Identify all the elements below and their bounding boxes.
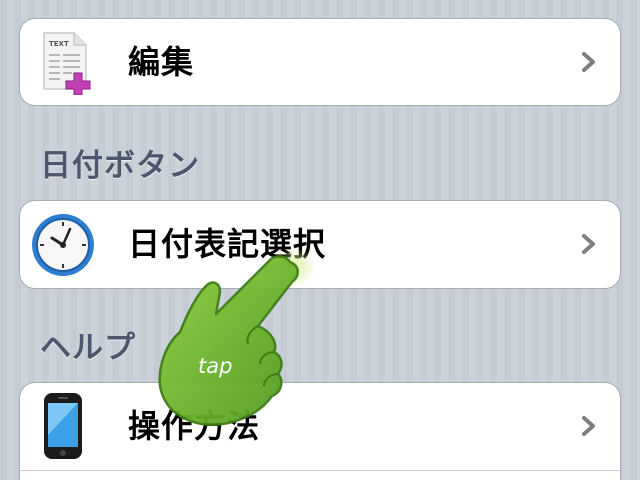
section-header-help: ヘルプ — [40, 330, 136, 366]
settings-group-date: 日付表記選択 — [19, 200, 621, 289]
settings-group-help: 操作方法 — [19, 382, 621, 480]
chevron-right-icon — [582, 234, 595, 254]
chevron-right-icon — [582, 416, 595, 436]
document-icon-text: TEXT — [49, 40, 69, 48]
how-to-row[interactable]: 操作方法 — [20, 383, 620, 470]
settings-group-edit: TEXT 編集 — [19, 18, 621, 106]
date-format-label: 日付表記選択 — [128, 225, 327, 263]
text-document-add-icon: TEXT — [43, 32, 91, 95]
iphone-icon — [44, 393, 82, 459]
edit-row[interactable]: TEXT 編集 — [20, 19, 620, 105]
clock-icon — [32, 214, 94, 276]
next-row[interactable] — [20, 470, 620, 480]
tap-gesture-label: tap — [198, 354, 233, 378]
edit-label: 編集 — [128, 43, 195, 81]
how-to-label: 操作方法 — [128, 407, 261, 445]
chevron-right-icon — [582, 52, 595, 72]
date-format-row[interactable]: 日付表記選択 — [20, 201, 620, 288]
section-header-date-button: 日付ボタン — [40, 148, 200, 184]
